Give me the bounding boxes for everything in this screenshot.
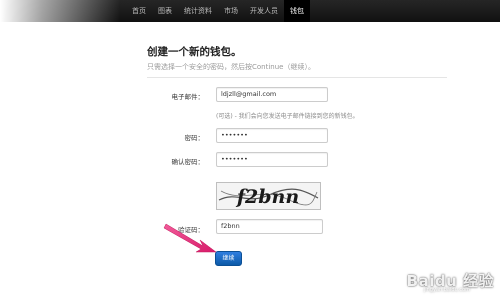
baidu-watermark-url: jingyan.baidu.com xyxy=(423,287,470,293)
annotation-arrow-icon xyxy=(163,223,217,253)
